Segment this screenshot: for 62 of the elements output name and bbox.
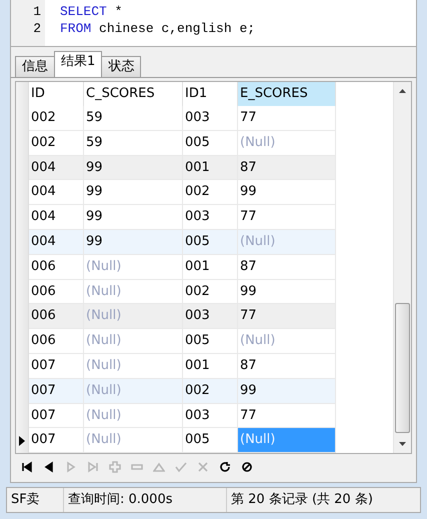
table-cell: 005 [183, 230, 238, 255]
table-cell: 002 [183, 180, 238, 206]
table-cell: (Null) [84, 378, 183, 404]
column-header[interactable]: E_SCORES [238, 82, 336, 106]
table-cell: 99 [84, 230, 183, 255]
line-number: 2 [33, 20, 41, 37]
table-cell: 77 [238, 106, 336, 131]
table-cell: 002 [183, 378, 238, 404]
current-row-icon [19, 436, 25, 446]
status-text: SF卖 [7, 488, 64, 512]
first-record-icon[interactable] [21, 460, 33, 473]
stop-icon[interactable] [241, 460, 253, 473]
table-cell: 87 [238, 254, 336, 280]
refresh-icon[interactable] [219, 460, 231, 473]
column-header[interactable]: C_SCORES [84, 82, 183, 106]
table-cell: 99 [238, 378, 336, 404]
table-cell: 006 [29, 329, 84, 354]
table-cell: (Null) [84, 254, 183, 280]
table-cell: 99 [238, 180, 336, 206]
tab[interactable]: 信息 [15, 56, 55, 77]
table-cell: 99 [84, 156, 183, 180]
table-cell: (Null) [84, 304, 183, 330]
table-cell: 59 [84, 106, 183, 131]
tab[interactable]: 结果1 [54, 51, 102, 77]
previous-record-icon[interactable] [43, 460, 55, 473]
column-header[interactable]: ID [29, 82, 84, 106]
table-cell: 004 [29, 156, 84, 180]
table-cell: 99 [84, 180, 183, 206]
scroll-up-icon[interactable] [399, 89, 406, 93]
code-line: SELECT * [60, 3, 124, 20]
table-cell: 003 [183, 404, 238, 428]
table-cell: 007 [29, 428, 84, 454]
scrollbar[interactable] [393, 82, 411, 454]
table-cell: 002 [29, 106, 84, 131]
table-cell: (Null) [238, 230, 336, 255]
table-cell: 005 [183, 329, 238, 354]
table-cell: 006 [29, 304, 84, 330]
table-cell: 007 [29, 378, 84, 404]
query-time: 查询时间: 0.000s [64, 488, 227, 512]
table-cell: 004 [29, 180, 84, 206]
code-line: FROM chinese c,english e; [60, 20, 256, 37]
table-cell: (Null) [84, 404, 183, 428]
table-cell: (Null) [238, 428, 336, 454]
table-cell: 006 [29, 254, 84, 280]
table-cell: 003 [183, 304, 238, 330]
corner-header [16, 82, 29, 106]
column-header[interactable]: ID1 [183, 82, 238, 106]
table-cell: 007 [29, 404, 84, 428]
row-header[interactable] [16, 428, 29, 454]
table-cell: (Null) [84, 329, 183, 354]
tab[interactable]: 状态 [101, 56, 142, 77]
table-cell: 001 [183, 254, 238, 280]
table-cell: 87 [238, 156, 336, 180]
table-cell: 003 [183, 106, 238, 131]
line-number: 1 [33, 3, 41, 20]
table-cell: (Null) [238, 329, 336, 354]
table-cell: 77 [238, 304, 336, 330]
table-cell: 001 [183, 156, 238, 180]
record-count: 第 20 条记录 (共 20 条) [230, 491, 374, 509]
scroll-down-icon[interactable] [399, 442, 406, 446]
table-cell: (Null) [84, 428, 183, 454]
table-cell: 004 [29, 230, 84, 255]
